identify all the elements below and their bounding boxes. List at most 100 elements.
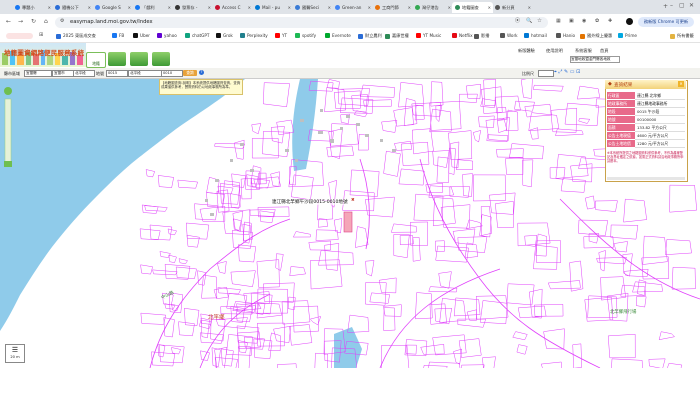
nav-button[interactable] xyxy=(108,52,126,66)
forward-icon[interactable]: → xyxy=(18,19,23,25)
section-select[interactable]: 北平段 xyxy=(73,70,95,77)
extensions-puzzle-icon[interactable]: ✚ xyxy=(608,19,612,24)
bookmark-item[interactable]: 嘉康世權 xyxy=(385,33,409,39)
all-bookmarks[interactable]: 所有書籤 xyxy=(670,33,694,39)
tab-close-icon[interactable]: ✕ xyxy=(88,5,91,10)
bookmark-item[interactable]: Work xyxy=(500,33,518,38)
bookmark-item[interactable]: Prime xyxy=(618,33,637,38)
browser-tab[interactable]: 專題小 ✕ xyxy=(12,2,53,13)
help-icon[interactable]: ? xyxy=(199,70,204,75)
close-panel-icon[interactable]: ✕ xyxy=(678,81,684,87)
tab-close-icon[interactable]: ✕ xyxy=(128,5,131,10)
extension-pill[interactable] xyxy=(6,33,33,39)
profile-avatar-icon[interactable] xyxy=(626,18,633,25)
tab-close-icon[interactable]: ✕ xyxy=(168,5,171,10)
extension-icon-3[interactable]: ◉ xyxy=(582,19,586,24)
bookmark-item[interactable]: 財立農利 xyxy=(358,33,382,39)
bookmark-item[interactable]: 2025 東區成交查 xyxy=(56,33,96,39)
tab-close-icon[interactable]: ✕ xyxy=(528,5,531,10)
site-info-icon[interactable]: ⚙ xyxy=(60,19,64,24)
top-link[interactable]: 系統客服 xyxy=(575,48,592,54)
top-link[interactable]: 使用說明 xyxy=(546,48,563,54)
cadastral-map[interactable]: 中山路 北竿鄉 北竿鄉飛行場 xyxy=(0,79,700,368)
close-window-icon[interactable]: ✕ xyxy=(689,3,694,9)
bookmark-item[interactable]: Perplexity xyxy=(240,33,268,38)
site-select[interactable]: 宜蘭地政暨金門縣各地政 xyxy=(570,56,620,63)
browser-tab[interactable]: 隨機公下 ✕ xyxy=(52,2,93,13)
number-input[interactable]: 0015 xyxy=(106,70,128,77)
url-text[interactable]: easymap.land.moi.gov.tw/Index xyxy=(70,19,153,25)
back-icon[interactable]: ← xyxy=(6,19,11,25)
tool-icons[interactable]: ⌖ ⤢ ✎ ▭ ⊡ xyxy=(554,70,580,75)
bookmark-item[interactable]: Grok xyxy=(216,33,233,38)
town-select[interactable]: 宜蘭市 xyxy=(52,70,74,77)
nav-button[interactable] xyxy=(152,52,170,66)
nav-button[interactable] xyxy=(130,52,148,66)
bookmark-item[interactable]: yahoo xyxy=(157,33,177,38)
tab-close-icon[interactable]: ✕ xyxy=(448,5,451,10)
tab-close-icon[interactable]: ✕ xyxy=(328,5,331,10)
extension-icon-2[interactable]: ▣ xyxy=(569,19,574,24)
browser-tab[interactable]: 「戲利 ✕ xyxy=(132,2,173,13)
browser-tab[interactable]: Green-an ✕ xyxy=(332,2,373,13)
close-label-icon[interactable]: ✖ xyxy=(351,198,355,203)
tab-close-icon[interactable]: ✕ xyxy=(488,5,491,10)
browser-tab[interactable]: 國醫Seci ✕ xyxy=(292,2,333,13)
extension-icon[interactable]: ▦ xyxy=(556,19,561,24)
tab-close-icon[interactable]: ✕ xyxy=(408,5,411,10)
top-link[interactable]: 新版體驗 xyxy=(518,48,535,54)
bookmark-item[interactable]: YT Music xyxy=(416,33,441,38)
top-link[interactable]: 首頁 xyxy=(600,48,608,54)
extension-icon-4[interactable]: ✿ xyxy=(595,19,599,24)
home-icon[interactable]: ⌂ xyxy=(44,19,48,25)
bookmark-favicon-icon xyxy=(275,33,280,38)
browser-tab[interactable]: 灣仔港告 ✕ xyxy=(412,2,453,13)
result-row: 公告土地現值 4600 元/平方公尺 xyxy=(607,132,685,140)
bookmark-item[interactable]: 國外線上優惠 xyxy=(580,33,612,39)
panel-scrollbar[interactable] xyxy=(607,177,685,180)
tab-close-icon[interactable]: ✕ xyxy=(248,5,251,10)
bookmark-item[interactable]: Evernote xyxy=(325,33,351,38)
tab-close-icon[interactable]: ✕ xyxy=(208,5,211,10)
location-icon[interactable]: ⦿ xyxy=(515,19,520,24)
bookmark-item[interactable]: chatGPT xyxy=(185,33,210,38)
zoom-icon[interactable]: 🔍 xyxy=(526,19,532,24)
bookmark-item[interactable]: 影播 xyxy=(474,33,489,39)
tab-close-icon[interactable]: ✕ xyxy=(48,5,51,10)
browser-tab[interactable]: 地籍圖查 ✕ xyxy=(452,2,493,13)
zoom-select[interactable] xyxy=(538,70,554,77)
selected-parcel[interactable] xyxy=(343,211,353,233)
number-input-2[interactable]: 0010 xyxy=(161,70,183,77)
zoom-slider[interactable] xyxy=(4,87,12,167)
bookmark-item[interactable]: YT xyxy=(275,33,287,38)
nav-button[interactable]: 地籍 xyxy=(86,52,106,68)
browser-tab[interactable]: Mail - pu ✕ xyxy=(252,2,293,13)
bookmark-item[interactable]: FB xyxy=(112,33,124,38)
bookmark-favicon-icon xyxy=(133,33,138,38)
scale-box[interactable]: ☰ 20 m xyxy=(5,344,25,363)
result-row: 面積 133.82 平方公尺 xyxy=(607,124,685,132)
query-button[interactable]: 查詢 xyxy=(183,70,197,76)
bookmark-item[interactable]: hotmail xyxy=(524,33,547,38)
bookmark-item[interactable]: Uber xyxy=(133,33,150,38)
apps-grid-icon[interactable]: ⊞ xyxy=(39,33,43,38)
maximize-icon[interactable]: ▢ xyxy=(679,3,685,9)
browser-tab[interactable]: 新分頁 ✕ xyxy=(492,2,533,13)
browser-tab[interactable]: 工商門節 ✕ xyxy=(372,2,413,13)
chrome-update-button[interactable]: 務新版 Chrome 可更新 xyxy=(638,17,694,27)
reload-icon[interactable]: ↻ xyxy=(31,19,36,25)
minimize-icon[interactable]: – xyxy=(670,3,673,9)
browser-tab[interactable]: Access C ✕ xyxy=(212,2,253,13)
layers-icon[interactable]: ☰ xyxy=(6,345,24,355)
county-select[interactable]: 宜蘭縣 xyxy=(24,70,52,77)
tab-close-icon[interactable]: ✕ xyxy=(288,5,291,10)
section-select-2[interactable]: 北平段 xyxy=(128,70,162,77)
browser-tab[interactable]: 發票存 - ✕ xyxy=(172,2,213,13)
bookmark-item[interactable]: Hanio xyxy=(556,33,575,38)
bookmark-item[interactable]: Netflix xyxy=(452,33,473,38)
new-tab-icon[interactable]: + xyxy=(663,4,668,10)
bookmark-star-icon[interactable]: ☆ xyxy=(537,18,542,25)
browser-tab[interactable]: Google S ✕ xyxy=(92,2,133,13)
tab-close-icon[interactable]: ✕ xyxy=(368,5,371,10)
bookmark-item[interactable]: spotify xyxy=(295,33,316,38)
